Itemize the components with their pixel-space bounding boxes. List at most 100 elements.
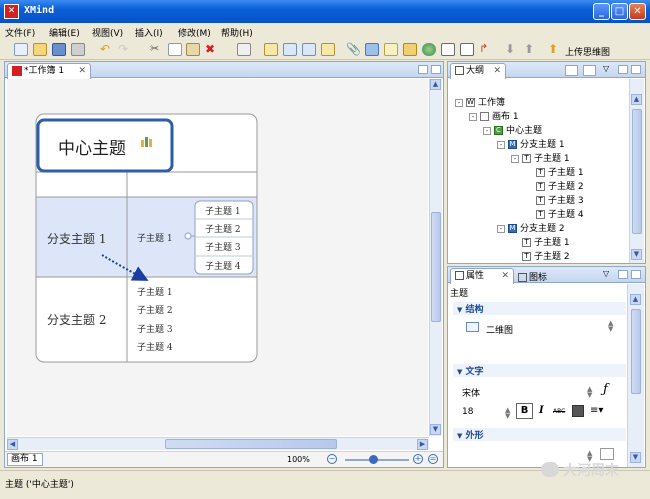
copy-icon[interactable] bbox=[168, 43, 182, 56]
move-down-icon[interactable]: ⬇ bbox=[505, 43, 519, 56]
insert-subtopic-icon[interactable] bbox=[283, 43, 297, 56]
move-up-icon[interactable]: ⬆ bbox=[524, 43, 538, 56]
b2-subtopic-4[interactable]: 子主题 4 bbox=[137, 340, 173, 353]
tab-workbook[interactable]: *工作簿 1 ✕ bbox=[7, 63, 91, 79]
outline-scroll-down-icon[interactable]: ▼ bbox=[631, 249, 642, 260]
subsub-topic-1[interactable]: 子主题 1 bbox=[205, 204, 241, 217]
expander-icon[interactable]: - bbox=[469, 112, 477, 121]
props-scroll-down-icon[interactable]: ▼ bbox=[630, 452, 641, 463]
close-button[interactable]: ✕ bbox=[629, 3, 646, 20]
properties-vscrollbar[interactable]: ▲ ▼ bbox=[627, 284, 644, 467]
outline-row[interactable]: T 子主题 1 bbox=[522, 235, 570, 248]
scroll-up-icon[interactable]: ▲ bbox=[430, 79, 441, 90]
outline-row[interactable]: - M 分支主题 1 bbox=[497, 137, 565, 150]
b2-subtopic-1[interactable]: 子主题 1 bbox=[137, 285, 173, 298]
outline-vscrollbar[interactable]: ▲ ▼ bbox=[629, 79, 644, 263]
props-vscroll-thumb[interactable] bbox=[631, 309, 641, 394]
upload-mindmap-button[interactable]: 上传思维图 bbox=[565, 45, 610, 58]
editor-vscrollbar[interactable]: ▲ ▼ bbox=[429, 79, 442, 436]
props-scroll-up-icon[interactable]: ▲ bbox=[630, 294, 641, 305]
italic-button[interactable]: I bbox=[539, 405, 544, 416]
new-workbook-icon[interactable] bbox=[14, 43, 28, 56]
outline-vscroll-thumb[interactable] bbox=[632, 109, 642, 234]
minimize-button[interactable]: _ bbox=[593, 3, 610, 20]
label-icon[interactable] bbox=[403, 43, 417, 56]
tab-outline[interactable]: 大纲 ✕ bbox=[450, 63, 506, 79]
properties-view-menu-icon[interactable]: ▽ bbox=[603, 269, 609, 278]
font-chooser-icon[interactable]: ƒ bbox=[603, 382, 608, 397]
view-menu-icon[interactable]: ▽ bbox=[603, 64, 609, 73]
align-button[interactable]: ≡▾ bbox=[590, 405, 603, 416]
zoom-slider-handle[interactable] bbox=[369, 455, 378, 464]
image-icon[interactable] bbox=[365, 43, 379, 56]
font-name[interactable]: 宋体 bbox=[462, 386, 480, 399]
b2-subtopic-2[interactable]: 子主题 2 bbox=[137, 303, 173, 316]
subsub-topic-4[interactable]: 子主题 4 bbox=[205, 259, 241, 272]
menu-view[interactable]: 视图(V) bbox=[92, 26, 123, 39]
font-spinner-icon[interactable]: ▲ ▼ bbox=[587, 386, 592, 399]
font-size[interactable]: 18 bbox=[462, 407, 473, 417]
boundary-icon[interactable] bbox=[441, 43, 455, 56]
central-topic[interactable]: 中心主题 bbox=[58, 134, 126, 159]
structure-section[interactable]: ▼ 结构 bbox=[453, 302, 626, 315]
menu-help[interactable]: 帮助(H) bbox=[221, 26, 253, 39]
menu-insert[interactable]: 插入(I) bbox=[135, 26, 163, 39]
outline-row[interactable]: T 子主题 4 bbox=[536, 207, 584, 220]
note-icon[interactable] bbox=[384, 43, 398, 56]
outline-row[interactable]: - W 工作簿 bbox=[455, 95, 505, 108]
insert-topic-icon[interactable] bbox=[264, 43, 278, 56]
outline-maximize-icon[interactable] bbox=[631, 65, 641, 74]
text-color-button[interactable] bbox=[572, 405, 584, 417]
expander-icon[interactable]: - bbox=[497, 140, 505, 149]
branch-topic-2[interactable]: 分支主题 2 bbox=[47, 311, 106, 328]
save-icon[interactable] bbox=[52, 43, 66, 56]
menu-edit[interactable]: 编辑(E) bbox=[49, 26, 80, 39]
expander-icon[interactable]: - bbox=[497, 224, 505, 233]
expand-all-icon[interactable] bbox=[583, 65, 596, 76]
properties-maximize-icon[interactable] bbox=[631, 270, 641, 279]
redo-icon[interactable]: ↷ bbox=[118, 43, 132, 56]
tab-icons[interactable]: 图标 bbox=[518, 270, 547, 283]
relationship-icon[interactable]: ↱ bbox=[479, 43, 493, 56]
outline-row[interactable]: T 子主题 1 bbox=[536, 165, 584, 178]
undo-icon[interactable]: ↶ bbox=[100, 43, 114, 56]
vscroll-thumb[interactable] bbox=[431, 212, 441, 322]
zoom-out-icon[interactable]: − bbox=[327, 454, 337, 464]
summary-icon[interactable] bbox=[460, 43, 474, 56]
outline-row[interactable]: - M 分支主题 2 bbox=[497, 221, 565, 234]
outline-row[interactable]: T 子主题 2 bbox=[522, 249, 570, 262]
subtopic-b1[interactable]: 子主题 1 bbox=[137, 231, 173, 244]
hscroll-thumb[interactable] bbox=[165, 439, 337, 449]
outline-row[interactable]: - C 中心主题 bbox=[483, 123, 542, 136]
outline-row[interactable]: - 画布 1 bbox=[469, 109, 519, 122]
hyperlink-globe-icon[interactable] bbox=[422, 43, 436, 56]
outline-scroll-up-icon[interactable]: ▲ bbox=[631, 94, 642, 105]
editor-minimize-icon[interactable] bbox=[418, 65, 428, 74]
maximize-button[interactable]: □ bbox=[611, 3, 628, 20]
expander-icon[interactable]: - bbox=[455, 98, 463, 107]
subsub-topic-3[interactable]: 子主题 3 bbox=[205, 240, 241, 253]
strikethrough-button[interactable]: ABC bbox=[553, 408, 565, 415]
open-folder-icon[interactable] bbox=[33, 43, 47, 56]
bold-button[interactable]: B bbox=[516, 403, 533, 419]
text-section[interactable]: ▼ 文字 bbox=[453, 364, 626, 377]
font-size-spinner-icon[interactable]: ▲ ▼ bbox=[505, 407, 510, 420]
close-outline-icon[interactable]: ✕ bbox=[493, 64, 501, 78]
upload-icon[interactable]: ⬆ bbox=[548, 43, 562, 56]
outline-minimize-icon[interactable] bbox=[618, 65, 628, 74]
zoom-fit-icon[interactable]: = bbox=[428, 454, 438, 464]
expander-icon[interactable]: - bbox=[511, 154, 519, 163]
print-icon[interactable] bbox=[71, 43, 85, 56]
mindmap-canvas[interactable]: 中心主题 分支主题 1 分支主题 2 子主题 1 子主题 1 子主题 2 子主题… bbox=[7, 79, 428, 436]
drill-down-icon[interactable] bbox=[237, 43, 251, 56]
scroll-left-icon[interactable]: ◀ bbox=[7, 439, 18, 450]
structure-value[interactable]: 二维图 bbox=[486, 323, 513, 336]
paste-icon[interactable] bbox=[186, 43, 200, 56]
collapse-all-icon[interactable] bbox=[565, 65, 578, 76]
shape-section[interactable]: ▼ 外形 bbox=[453, 428, 626, 441]
subsub-topic-2[interactable]: 子主题 2 bbox=[205, 222, 241, 235]
cut-icon[interactable]: ✂ bbox=[150, 43, 164, 56]
attachment-icon[interactable]: 📎 bbox=[346, 43, 361, 56]
b2-subtopic-3[interactable]: 子主题 3 bbox=[137, 322, 173, 335]
editor-hscrollbar[interactable]: ◀ ▶ bbox=[7, 437, 429, 450]
